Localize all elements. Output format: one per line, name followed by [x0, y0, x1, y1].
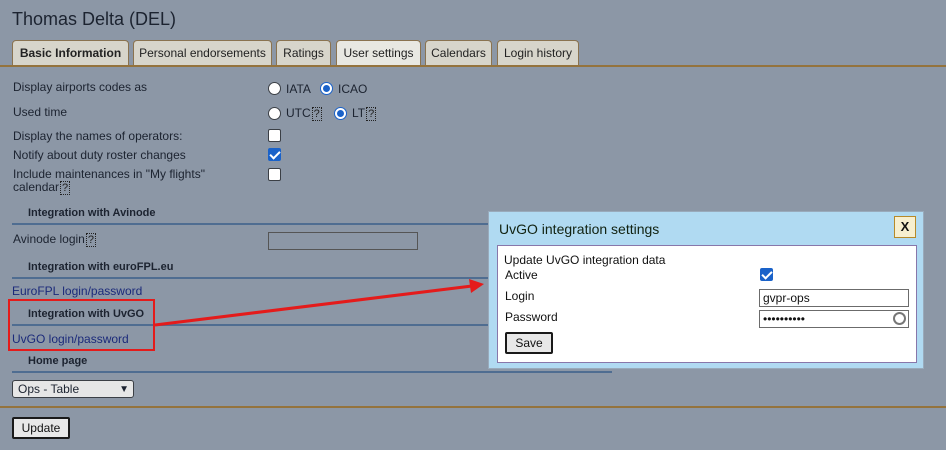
radio-iata-label: IATA — [286, 82, 311, 96]
lt-help-icon[interactable]: ? — [366, 106, 377, 121]
radio-utc-label: UTC? — [286, 106, 322, 121]
save-button[interactable]: Save — [505, 332, 553, 354]
home-page-selected: Ops - Table — [18, 382, 80, 396]
chevron-down-icon: ▼ — [119, 384, 129, 395]
eurofpl-section-line — [12, 277, 492, 279]
maintenances-checkbox[interactable] — [268, 168, 281, 181]
used-time-label: Used time — [13, 105, 68, 119]
radio-utc[interactable] — [268, 107, 281, 120]
eurofpl-login-link[interactable]: EuroFPL login/password — [12, 284, 142, 298]
password-value: •••••••••• — [763, 312, 806, 326]
utc-help-icon[interactable]: ? — [311, 106, 322, 121]
active-checkbox[interactable] — [760, 268, 773, 281]
dialog-body: Update UvGO integration data Active Logi… — [497, 245, 917, 363]
login-label: Login — [505, 289, 535, 303]
utc-text: UTC — [286, 106, 311, 120]
radio-lt[interactable] — [334, 107, 347, 120]
highlight-box — [8, 299, 155, 351]
tab-ratings[interactable]: Ratings — [276, 40, 331, 66]
lt-text: LT — [352, 106, 366, 120]
tab-calendars[interactable]: Calendars — [425, 40, 492, 66]
login-input[interactable]: gvpr-ops — [759, 289, 909, 307]
radio-lt-label: LT? — [352, 106, 377, 121]
password-reveal-icon[interactable] — [893, 312, 906, 325]
avinode-section-line — [12, 223, 492, 225]
maintenances-help-icon[interactable]: ? — [60, 181, 71, 195]
bottom-divider — [0, 406, 946, 408]
maintenances-label-line1: Include maintenances in "My flights" — [13, 167, 205, 181]
avinode-login-text: Avinode login — [13, 232, 85, 246]
tab-basic-information[interactable]: Basic Information — [12, 40, 129, 66]
page-title: Thomas Delta (DEL) — [12, 9, 177, 29]
maintenances-label-line2: calendar? — [13, 181, 205, 195]
dialog-subtitle: Update UvGO integration data — [504, 253, 666, 267]
tab-divider — [0, 65, 946, 67]
home-section-heading: Home page — [28, 355, 88, 367]
radio-icao[interactable] — [320, 82, 333, 95]
airport-codes-label: Display airports codes as — [13, 80, 148, 94]
dialog-title: UvGO integration settings — [499, 221, 660, 237]
close-button[interactable]: X — [894, 216, 916, 238]
avinode-help-icon[interactable]: ? — [85, 232, 96, 247]
tab-user-settings[interactable]: User settings — [336, 40, 421, 66]
radio-iata[interactable] — [268, 82, 281, 95]
avinode-login-label: Avinode login? — [13, 232, 96, 247]
operator-names-label: Display the names of operators: — [13, 129, 183, 143]
duty-roster-checkbox[interactable] — [268, 148, 281, 161]
tab-login-history[interactable]: Login history — [497, 40, 579, 66]
maintenances-line2-text: calendar — [13, 180, 60, 195]
operator-names-checkbox[interactable] — [268, 129, 281, 142]
uvgo-dialog: UvGO integration settings X Update UvGO … — [488, 211, 924, 369]
duty-roster-label: Notify about duty roster changes — [13, 148, 186, 162]
home-section-line — [12, 371, 612, 373]
password-label: Password — [505, 310, 558, 324]
radio-icao-label: ICAO — [338, 82, 368, 96]
avinode-login-input[interactable] — [268, 232, 418, 250]
maintenances-label: Include maintenances in "My flights" cal… — [13, 168, 205, 195]
eurofpl-section-heading: Integration with euroFPL.eu — [28, 261, 174, 273]
home-page-select[interactable]: Ops - Table ▼ — [12, 380, 134, 398]
avinode-section-heading: Integration with Avinode — [28, 207, 156, 219]
update-button[interactable]: Update — [12, 417, 70, 439]
active-label: Active — [505, 268, 538, 282]
password-input[interactable]: •••••••••• — [759, 310, 909, 328]
tab-personal-endorsements[interactable]: Personal endorsements — [133, 40, 272, 66]
